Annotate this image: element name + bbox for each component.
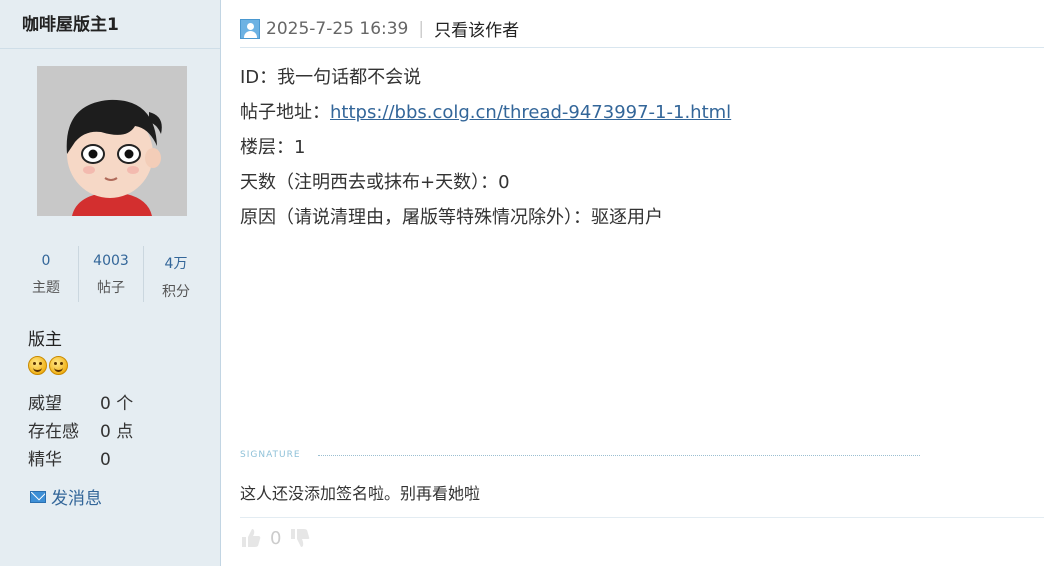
post-line-reason: 原因（请说清理由，屠版等特殊情况除外）：驱逐用户	[240, 207, 663, 228]
stat-posts-value[interactable]: 4003	[79, 253, 143, 269]
attr-prestige: 威望 0 个	[28, 392, 133, 420]
post-url-label: 帖子地址：	[240, 102, 330, 123]
send-message-label: 发消息	[51, 489, 102, 509]
send-message-link[interactable]: 发消息	[30, 484, 102, 509]
user-icon	[240, 18, 260, 39]
page-bottom-strip	[0, 566, 1044, 578]
attr-prestige-value: 0 个	[100, 394, 134, 414]
user-group: 版主	[28, 330, 62, 350]
thumb-down-icon[interactable]	[289, 527, 311, 549]
stat-points-value[interactable]: 4万	[144, 253, 208, 273]
header-separator: |	[418, 18, 425, 39]
stat-threads[interactable]: 0 主题	[14, 246, 79, 302]
smiley-icon	[28, 356, 47, 375]
thread-link[interactable]: https://bbs.colg.cn/thread-9473997-1-1.h…	[330, 102, 731, 123]
stat-posts[interactable]: 4003 帖子	[79, 246, 144, 302]
attr-digest-key: 精华	[28, 450, 62, 470]
post-line-url: 帖子地址：https://bbs.colg.cn/thread-9473997-…	[240, 97, 731, 132]
stat-threads-label: 主题	[32, 280, 60, 296]
smiley-icon	[49, 356, 68, 375]
attr-presence: 存在感 0 点	[28, 420, 133, 448]
vote-bar: 0	[240, 527, 311, 549]
post-footer-divider	[240, 517, 1044, 518]
post-header: 2025-7-25 16:39 | 只看该作者	[240, 10, 1044, 48]
post-time: 2025-7-25 16:39	[266, 18, 409, 39]
post-content: ID：我一句话都不会说 帖子地址：https://bbs.colg.cn/thr…	[240, 62, 731, 237]
vote-count: 0	[270, 527, 282, 549]
stat-posts-label: 帖子	[97, 280, 125, 296]
author-stats: 0 主题 4003 帖子 4万 积分	[14, 246, 208, 302]
thumb-up-icon[interactable]	[240, 527, 262, 549]
attr-presence-key: 存在感	[28, 422, 79, 442]
attr-prestige-key: 威望	[28, 394, 62, 414]
attr-digest-value: 0	[100, 450, 111, 470]
attr-digest: 精华 0	[28, 448, 133, 476]
post-line-days: 天数（注明西去或抹布+天数）：0	[240, 172, 510, 193]
mail-icon	[30, 490, 46, 503]
author-attributes: 威望 0 个 存在感 0 点 精华 0	[28, 392, 133, 476]
post-line-floor: 楼层：1	[240, 137, 306, 158]
stat-points-label: 积分	[162, 284, 190, 300]
post-line-id: ID：我一句话都不会说	[240, 67, 422, 88]
avatar[interactable]	[37, 66, 187, 216]
author-sidebar: 咖啡屋版主1 0 主题 4003 帖子 4万 积分 版主 威望 0 个 存在感 …	[0, 0, 221, 566]
only-author-link[interactable]: 只看该作者	[434, 16, 519, 41]
signature-text: 这人还没添加签名啦。别再看她啦	[240, 484, 481, 503]
signature-divider	[318, 455, 920, 456]
signature-label: SIGNATURE	[240, 450, 301, 460]
avatar-image	[37, 66, 187, 216]
rank-icons	[28, 356, 68, 375]
attr-presence-value: 0 点	[100, 422, 134, 442]
stat-points[interactable]: 4万 积分	[144, 246, 208, 302]
stat-threads-value[interactable]: 0	[14, 253, 78, 269]
author-name[interactable]: 咖啡屋版主1	[0, 0, 220, 49]
